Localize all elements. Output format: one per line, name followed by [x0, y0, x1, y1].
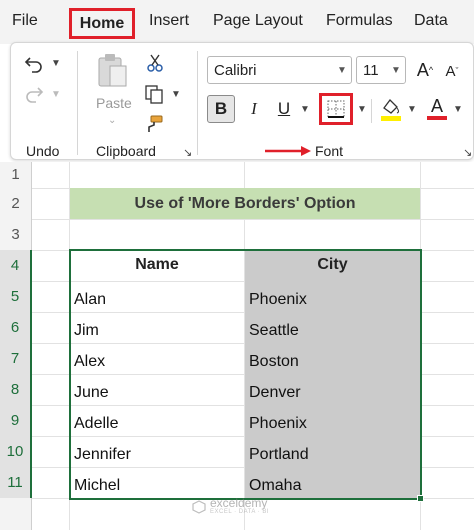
row-header-5[interactable]: 5	[0, 281, 32, 312]
row-header-7[interactable]: 7	[0, 343, 32, 374]
tab-data[interactable]: Data	[414, 12, 448, 30]
paste-dropdown-icon[interactable]: ⌄	[108, 115, 116, 126]
fill-handle[interactable]	[417, 495, 424, 502]
clipboard-launcher-icon[interactable]: ↘	[183, 146, 192, 159]
undo-dropdown-icon[interactable]: ▼	[51, 58, 61, 69]
divider	[197, 51, 198, 155]
copy-dropdown-icon[interactable]: ▼	[171, 89, 181, 100]
fill-color-dropdown-icon[interactable]: ▼	[407, 104, 417, 115]
divider	[77, 51, 78, 155]
font-group-label: Font	[315, 143, 344, 159]
selection-range	[69, 249, 422, 500]
tab-file[interactable]: File	[12, 12, 38, 30]
underline-label: U	[277, 99, 291, 118]
row-header-11[interactable]: 11	[0, 467, 32, 498]
arrow-icon	[265, 146, 311, 156]
fill-color-button[interactable]	[379, 95, 403, 123]
undo-icon[interactable]	[23, 53, 45, 75]
paste-label[interactable]: Paste	[96, 95, 132, 111]
font-color-label: A	[430, 96, 443, 116]
font-name-value: Calibri	[214, 61, 257, 79]
watermark: exceldemy EXCEL · DATA · BI	[192, 496, 270, 515]
redo-dropdown-icon[interactable]: ▼	[51, 89, 61, 100]
chevron-down-icon: ▼	[337, 64, 347, 76]
font-size-value: 11	[363, 61, 379, 79]
undo-group-label: Undo	[26, 143, 60, 159]
copy-icon[interactable]	[143, 83, 165, 105]
row-header-9[interactable]: 9	[0, 405, 32, 436]
tab-home[interactable]: Home	[69, 8, 135, 39]
paste-icon[interactable]	[95, 51, 131, 91]
tab-formulas[interactable]: Formulas	[326, 12, 393, 30]
clipboard-group-label: Clipboard	[96, 143, 156, 159]
italic-label: I	[251, 99, 257, 118]
ribbon: ▼ ▼ Undo Paste ⌄ ▼ Clipboard ↘ Calibri ▼	[10, 42, 474, 160]
row-header-filler	[0, 498, 32, 530]
increase-font-size-button[interactable]: A ^	[413, 57, 437, 83]
tab-insert[interactable]: Insert	[149, 12, 189, 30]
row-header-6[interactable]: 6	[0, 312, 32, 343]
menu-bar: File Home Insert Page Layout Formulas Da…	[0, 0, 474, 44]
borders-dropdown-icon[interactable]: ▼	[357, 104, 367, 115]
sheet-title-cell[interactable]: Use of 'More Borders' Option	[70, 188, 420, 219]
italic-button[interactable]: I	[243, 95, 265, 123]
bold-label: B	[214, 99, 228, 118]
font-size-select[interactable]: 11 ▼	[356, 56, 406, 84]
underline-button[interactable]: U	[273, 95, 295, 123]
font-name-select[interactable]: Calibri ▼	[207, 56, 352, 84]
borders-button[interactable]	[319, 93, 353, 125]
row-header-1[interactable]: 1	[0, 162, 32, 188]
row-gridline	[32, 219, 474, 220]
tab-page-layout[interactable]: Page Layout	[213, 12, 303, 30]
exceldemy-logo-icon	[192, 499, 206, 514]
borders-icon	[327, 100, 345, 118]
watermark-tagline: EXCEL · DATA · BI	[210, 509, 270, 515]
bold-button[interactable]: B	[207, 95, 235, 123]
decrease-font-size-label: A	[445, 62, 456, 80]
worksheet[interactable]: 1 2 3 4 5 6 7 8 9 10 11 Use of 'More Bor…	[0, 162, 474, 530]
increase-font-size-label: A	[416, 59, 429, 80]
font-launcher-icon[interactable]: ↘	[463, 146, 472, 159]
row-header-8[interactable]: 8	[0, 374, 32, 405]
font-color-swatch	[427, 116, 447, 120]
font-color-dropdown-icon[interactable]: ▼	[453, 104, 463, 115]
format-painter-icon[interactable]	[143, 113, 165, 135]
cut-icon[interactable]	[145, 53, 165, 73]
row-header-2[interactable]: 2	[0, 188, 32, 219]
row-header-4[interactable]: 4	[0, 250, 32, 281]
row-header-10[interactable]: 10	[0, 436, 32, 467]
chevron-down-icon: ▼	[391, 64, 401, 76]
divider	[371, 99, 372, 123]
decrease-font-size-button[interactable]: Aˇ	[441, 59, 463, 83]
fill-color-icon	[381, 99, 401, 121]
redo-icon[interactable]	[23, 83, 45, 105]
watermark-name: exceldemy	[210, 496, 268, 510]
underline-dropdown-icon[interactable]: ▼	[300, 104, 310, 115]
font-color-button[interactable]: A	[425, 93, 449, 123]
row-header-3[interactable]: 3	[0, 219, 32, 250]
